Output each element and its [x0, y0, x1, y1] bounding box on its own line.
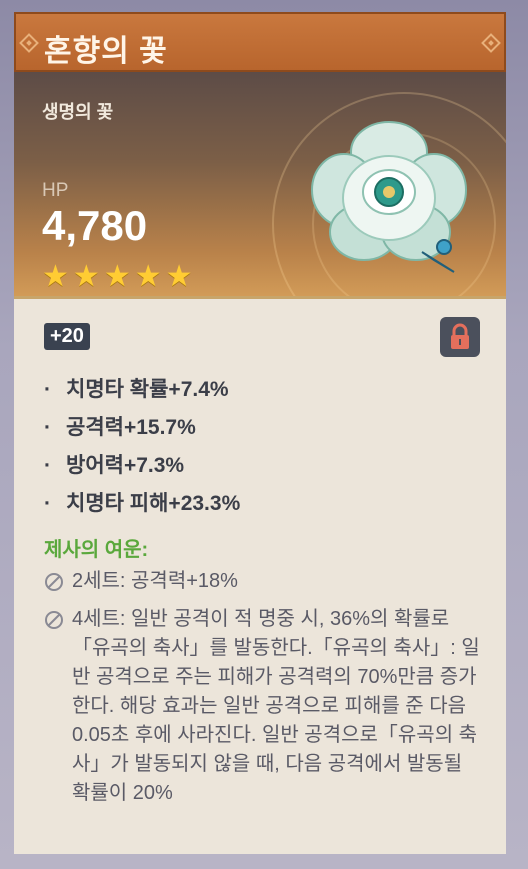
artifact-name: 혼향의 꽃: [44, 35, 168, 68]
star-icon: ★: [42, 260, 69, 293]
set-effect-text: 4세트: 일반 공격이 적 명중 시, 36%의 확률로「유곡의 축사」를 발동…: [72, 608, 480, 804]
substat-item: · 방어력+7.3%: [44, 454, 185, 477]
substat-item: · 치명타 확률+7.4%: [44, 378, 229, 401]
star-icon: ★: [134, 260, 162, 293]
lock-icon: [451, 323, 469, 349]
title-bar: 혼향의 꽃: [14, 12, 506, 72]
artifact-banner: 생명의 꽃 HP 4,780 ★ ★ ★ ★ ★: [14, 72, 506, 356]
rarity-stars: ★ ★ ★ ★ ★: [42, 262, 193, 292]
slash-circle-icon: [45, 573, 63, 591]
slash-circle-icon: [45, 611, 63, 629]
flower-artifact-icon: [311, 121, 467, 273]
star-icon: ★: [165, 260, 193, 293]
ornament-icon: [19, 33, 39, 53]
artifact-details: +20 · 치명타 확률+7.4% · 공격력+15.7% · 방어력+7.3% · 치…: [14, 299, 506, 854]
lock-button[interactable]: [440, 317, 480, 357]
set-effect-text: 2세트: 공격력+18%: [72, 570, 238, 592]
substat-item: · 치명타 피해+23.3%: [44, 492, 241, 515]
artifact-type: 생명의 꽃: [42, 102, 114, 122]
set-effect-4pc: 4세트: 일반 공격이 적 명중 시, 36%의 확률로「유곡의 축사」를 발동…: [44, 605, 484, 808]
star-icon: ★: [72, 260, 100, 293]
set-name: 제사의 여운:: [44, 539, 149, 561]
ornament-icon: [481, 33, 501, 53]
main-stat-label: HP: [42, 180, 69, 201]
substat-item: · 공격력+15.7%: [44, 416, 196, 439]
star-icon: ★: [103, 260, 131, 293]
substat-list: · 치명타 확률+7.4% · 공격력+15.7% · 방어력+7.3% · 치명타 피…: [44, 371, 240, 523]
set-effect-2pc: 2세트: 공격력+18%: [44, 567, 484, 596]
level-badge: +20: [44, 323, 90, 350]
main-stat-value: 4,780: [42, 202, 148, 249]
artifact-card: 혼향의 꽃 생명의 꽃 HP 4,780 ★ ★ ★ ★ ★ +20 · 치명타…: [14, 12, 506, 854]
